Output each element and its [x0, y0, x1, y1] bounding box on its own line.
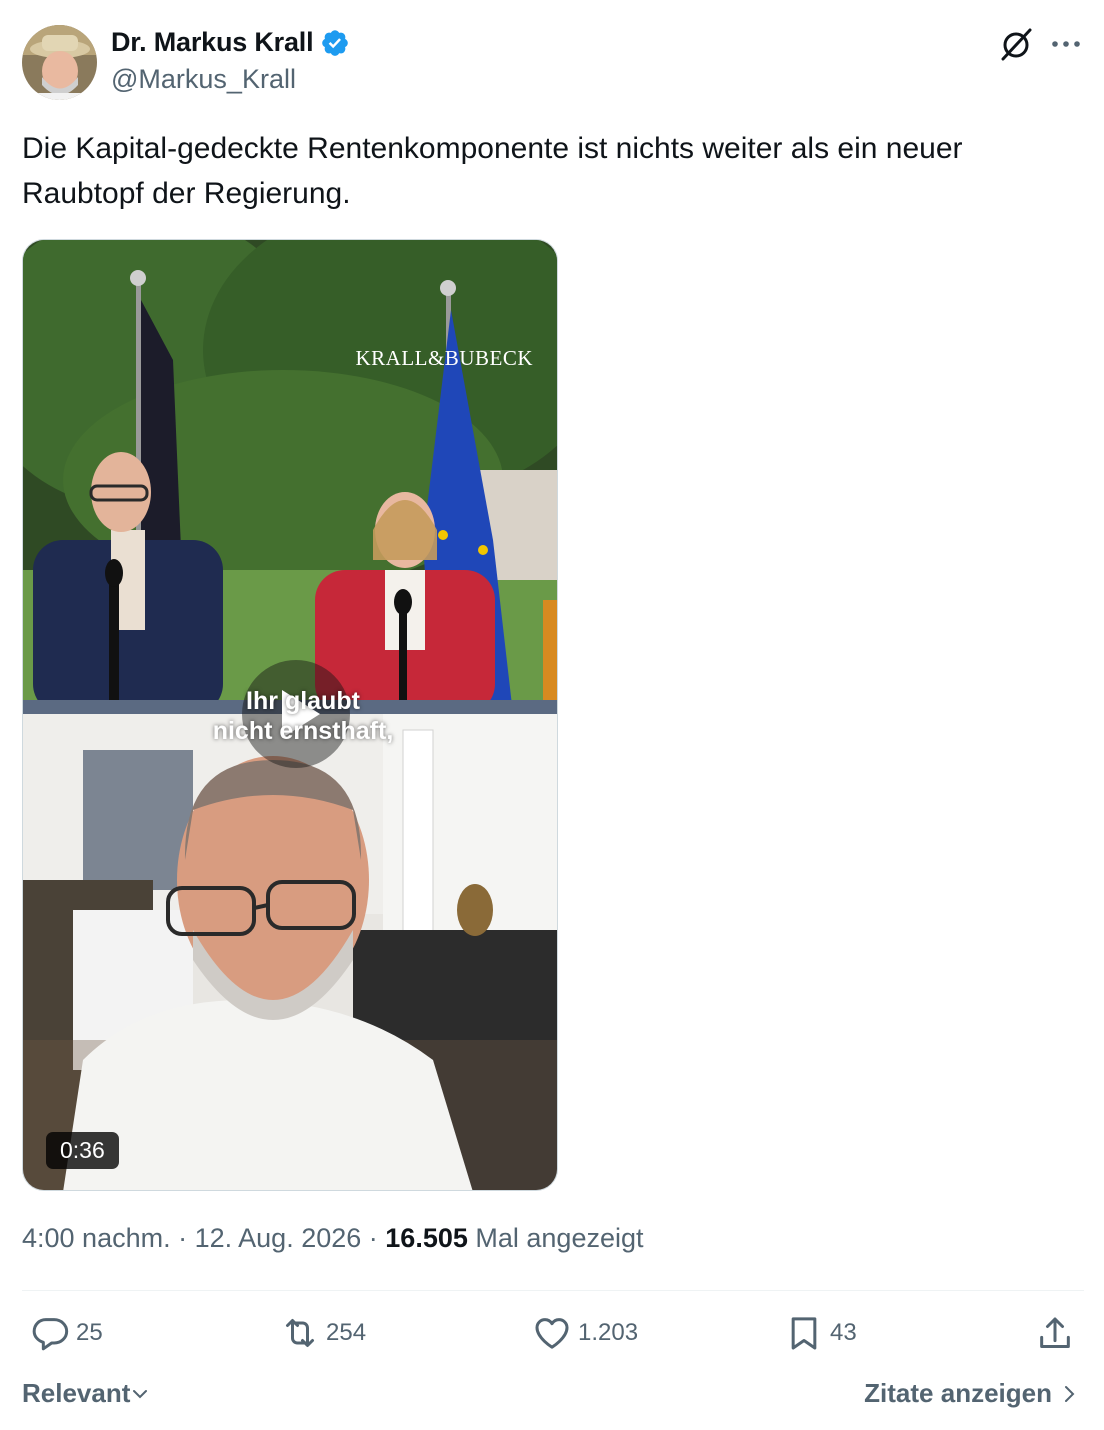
chevron-down-icon: [133, 1389, 148, 1398]
repost-icon: [286, 1319, 314, 1347]
views-count: 16.505: [385, 1223, 468, 1253]
view-quotes-link[interactable]: Zitate anzeigen: [864, 1378, 1080, 1409]
post-text: Die Kapital-gedeckte Rentenkomponente is…: [22, 132, 963, 210]
grok-icon[interactable]: [998, 26, 1034, 62]
chevron-right-icon: [1065, 1385, 1075, 1402]
divider: [22, 1290, 1084, 1291]
reply-count: 25: [76, 1319, 103, 1346]
sort-dropdown[interactable]: Relevant: [22, 1378, 150, 1409]
like-icon: [535, 1318, 569, 1349]
subtitle-line-2: nicht ernsthaft,: [212, 717, 394, 745]
video-subtitle: Ihr glaubt nicht ernsthaft,: [193, 686, 413, 746]
author-name[interactable]: Dr. Markus Krall: [111, 27, 314, 58]
video-duration: 0:36: [46, 1132, 119, 1169]
bookmark-count: 43: [830, 1319, 857, 1346]
like-count: 1.203: [578, 1319, 639, 1346]
meta-separator: ·: [368, 1223, 386, 1253]
sort-label: Relevant: [22, 1378, 131, 1408]
meta-separator: ·: [178, 1223, 195, 1253]
subtitle-line-1: Ihr glaubt: [246, 687, 360, 715]
more-icon[interactable]: [1050, 30, 1082, 58]
post-date[interactable]: 12. Aug. 2026: [195, 1223, 362, 1253]
share-icon[interactable]: [1035, 1314, 1075, 1354]
bookmark-icon: [791, 1317, 817, 1350]
verified-badge-icon: [322, 29, 349, 56]
like-button[interactable]: 1.203: [532, 1313, 638, 1353]
post-time[interactable]: 4:00 nachm.: [22, 1223, 171, 1253]
video-watermark: KRALL&BUBECK: [355, 346, 533, 370]
post-meta: 4:00 nachm. · 12. Aug. 2026 · 16.505 Mal…: [22, 1223, 644, 1254]
author-handle[interactable]: @Markus_Krall: [111, 64, 296, 95]
repost-count: 254: [326, 1319, 367, 1346]
bookmark-button[interactable]: 43: [784, 1313, 857, 1353]
reply-button[interactable]: 25: [30, 1313, 103, 1353]
author-name-row[interactable]: Dr. Markus Krall: [111, 27, 350, 58]
reply-icon: [32, 1318, 69, 1351]
repost-button[interactable]: 254: [280, 1313, 366, 1353]
avatar[interactable]: [22, 25, 97, 100]
video-player[interactable]: KRALL&BUBECK Ihr glaubt nicht ernsthaft,…: [22, 239, 558, 1191]
views-label: Mal angezeigt: [475, 1223, 644, 1253]
quotes-label: Zitate anzeigen: [864, 1378, 1052, 1408]
